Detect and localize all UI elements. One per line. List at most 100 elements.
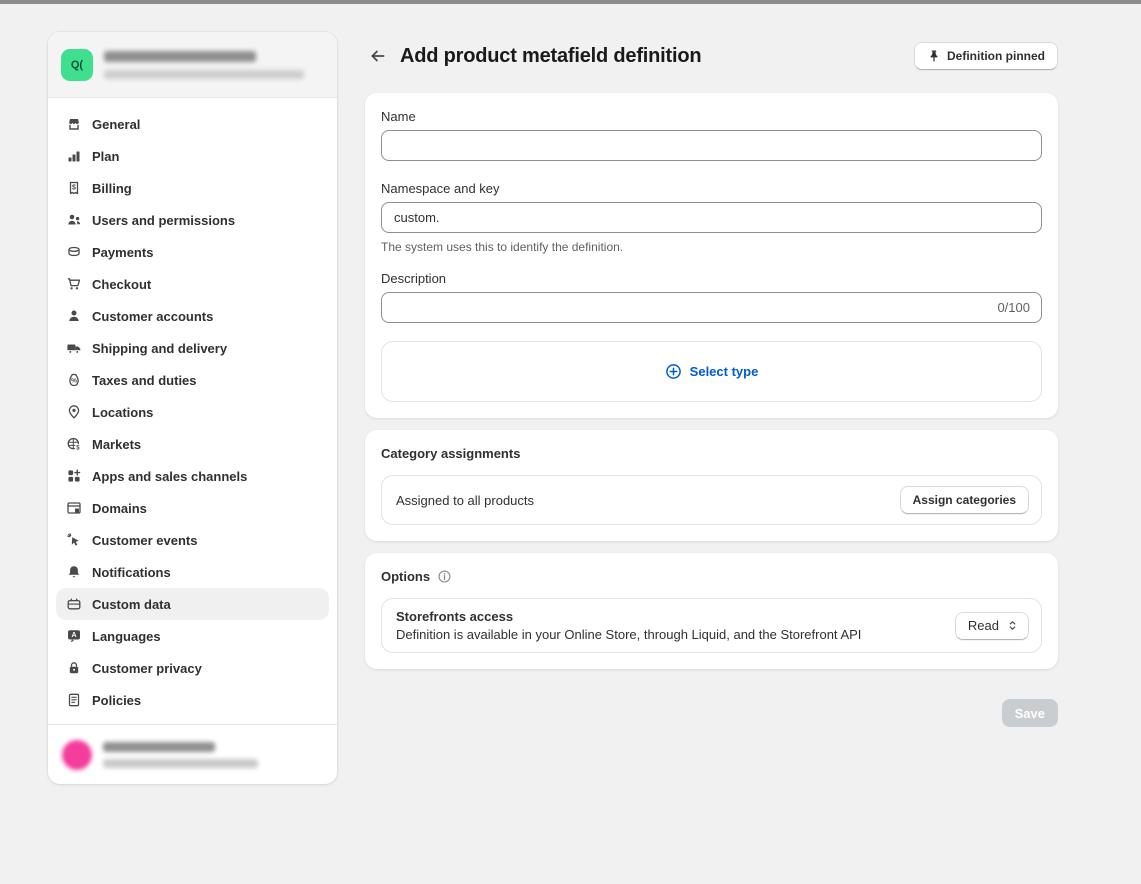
- category-status-text: Assigned to all products: [396, 493, 534, 508]
- storefronts-access-text: Storefronts access Definition is availab…: [396, 609, 861, 642]
- options-card: Options Storefronts access Definition is…: [365, 553, 1058, 669]
- sidebar-item-label: Notifications: [92, 565, 171, 580]
- tax-bag-icon: %: [66, 372, 82, 388]
- user-avatar: [62, 740, 92, 770]
- page-title: Add product metafield definition: [400, 45, 701, 68]
- sidebar-item-billing[interactable]: $ Billing: [56, 172, 329, 204]
- sidebar-item-label: Apps and sales channels: [92, 469, 247, 484]
- sidebar-item-locations[interactable]: Locations: [56, 396, 329, 428]
- lock-icon: [66, 660, 82, 676]
- svg-text:$: $: [72, 184, 76, 191]
- description-input[interactable]: [381, 292, 1042, 323]
- sidebar-item-label: Languages: [92, 629, 161, 644]
- sidebar-user-footer[interactable]: [48, 724, 337, 784]
- payments-icon: [66, 244, 82, 260]
- name-input[interactable]: [381, 130, 1042, 161]
- sidebar-item-label: Taxes and duties: [92, 373, 197, 388]
- translate-icon: A: [66, 628, 82, 644]
- sidebar-item-policies[interactable]: Policies: [56, 684, 329, 716]
- storefronts-access-select-value: Read: [968, 618, 999, 633]
- arrow-left-icon: [369, 47, 387, 65]
- plan-chart-icon: [66, 148, 82, 164]
- store-avatar: Q(: [61, 49, 93, 81]
- assign-categories-button[interactable]: Assign categories: [900, 486, 1029, 514]
- person-icon: [66, 308, 82, 324]
- sidebar-item-label: Locations: [92, 405, 153, 420]
- definition-form-card: Name Namespace and key The system uses t…: [365, 93, 1058, 418]
- sidebar-item-label: General: [92, 117, 140, 132]
- save-button[interactable]: Save: [1002, 699, 1058, 727]
- sidebar-item-customer-accounts[interactable]: Customer accounts: [56, 300, 329, 332]
- sidebar-item-label: Customer accounts: [92, 309, 213, 324]
- namespace-key-label: Namespace and key: [381, 181, 1042, 196]
- sidebar-item-label: Customer privacy: [92, 661, 202, 676]
- updown-chevrons-icon: [1006, 619, 1019, 632]
- select-type-button[interactable]: Select type: [381, 341, 1042, 402]
- policies-doc-icon: [66, 692, 82, 708]
- sidebar-item-label: Custom data: [92, 597, 171, 612]
- definition-pinned-label: Definition pinned: [947, 49, 1045, 63]
- store-url-redacted: [104, 70, 304, 79]
- category-assignments-row: Assigned to all products Assign categori…: [381, 475, 1042, 525]
- sidebar-item-label: Domains: [92, 501, 147, 516]
- sidebar-item-custom-data[interactable]: Custom data: [56, 588, 329, 620]
- page-header: Add product metafield definition Definit…: [365, 42, 1058, 70]
- svg-text:%: %: [71, 378, 77, 385]
- custom-data-icon: [66, 596, 82, 612]
- category-assignments-title: Category assignments: [381, 446, 520, 461]
- storefronts-access-select[interactable]: Read: [955, 612, 1029, 640]
- store-header[interactable]: Q(: [48, 32, 337, 98]
- sidebar-item-payments[interactable]: Payments: [56, 236, 329, 268]
- location-pin-icon: [66, 404, 82, 420]
- domains-window-icon: [66, 500, 82, 516]
- sidebar-item-checkout[interactable]: Checkout: [56, 268, 329, 300]
- plus-circle-icon: [665, 363, 682, 380]
- bell-icon: [66, 564, 82, 580]
- cursor-click-icon: [66, 532, 82, 548]
- sidebar-item-customer-events[interactable]: Customer events: [56, 524, 329, 556]
- store-meta: [104, 51, 304, 79]
- storefronts-access-title: Storefronts access: [396, 609, 861, 624]
- description-label: Description: [381, 271, 1042, 286]
- markets-globe-icon: $: [66, 436, 82, 452]
- cart-icon: [66, 276, 82, 292]
- main-content: Add product metafield definition Definit…: [365, 42, 1058, 727]
- info-icon[interactable]: [437, 569, 452, 584]
- sidebar-item-markets[interactable]: $ Markets: [56, 428, 329, 460]
- definition-pinned-button[interactable]: Definition pinned: [914, 42, 1058, 70]
- sidebar-item-languages[interactable]: A Languages: [56, 620, 329, 652]
- assign-categories-label: Assign categories: [913, 493, 1016, 507]
- sidebar-item-label: Markets: [92, 437, 141, 452]
- user-meta: [103, 742, 258, 768]
- storefronts-access-row: Storefronts access Definition is availab…: [381, 598, 1042, 653]
- apps-grid-icon: [66, 468, 82, 484]
- user-email-redacted: [103, 759, 258, 768]
- back-button[interactable]: [365, 43, 391, 69]
- sidebar-item-general[interactable]: General: [56, 108, 329, 140]
- sidebar-item-label: Shipping and delivery: [92, 341, 227, 356]
- save-row: Save: [365, 699, 1058, 727]
- sidebar-item-apps-and-sales-channels[interactable]: Apps and sales channels: [56, 460, 329, 492]
- user-name-redacted: [103, 742, 215, 752]
- sidebar-item-label: Checkout: [92, 277, 151, 292]
- users-icon: [66, 212, 82, 228]
- namespace-key-help: The system uses this to identify the def…: [381, 240, 1042, 254]
- sidebar-item-customer-privacy[interactable]: Customer privacy: [56, 652, 329, 684]
- options-title: Options: [381, 569, 430, 584]
- category-assignments-card: Category assignments Assigned to all pro…: [365, 430, 1058, 541]
- sidebar-item-label: Payments: [92, 245, 153, 260]
- sidebar-item-label: Billing: [92, 181, 132, 196]
- sidebar-item-taxes-and-duties[interactable]: % Taxes and duties: [56, 364, 329, 396]
- sidebar-item-label: Plan: [92, 149, 119, 164]
- name-label: Name: [381, 109, 1042, 124]
- sidebar-item-users-and-permissions[interactable]: Users and permissions: [56, 204, 329, 236]
- sidebar-item-notifications[interactable]: Notifications: [56, 556, 329, 588]
- truck-icon: [66, 340, 82, 356]
- namespace-key-input[interactable]: [381, 202, 1042, 233]
- sidebar-item-plan[interactable]: Plan: [56, 140, 329, 172]
- sidebar-item-domains[interactable]: Domains: [56, 492, 329, 524]
- storefronts-access-description: Definition is available in your Online S…: [396, 627, 861, 642]
- sidebar-item-shipping-and-delivery[interactable]: Shipping and delivery: [56, 332, 329, 364]
- top-window-strip: [0, 0, 1141, 4]
- select-type-label: Select type: [690, 364, 759, 379]
